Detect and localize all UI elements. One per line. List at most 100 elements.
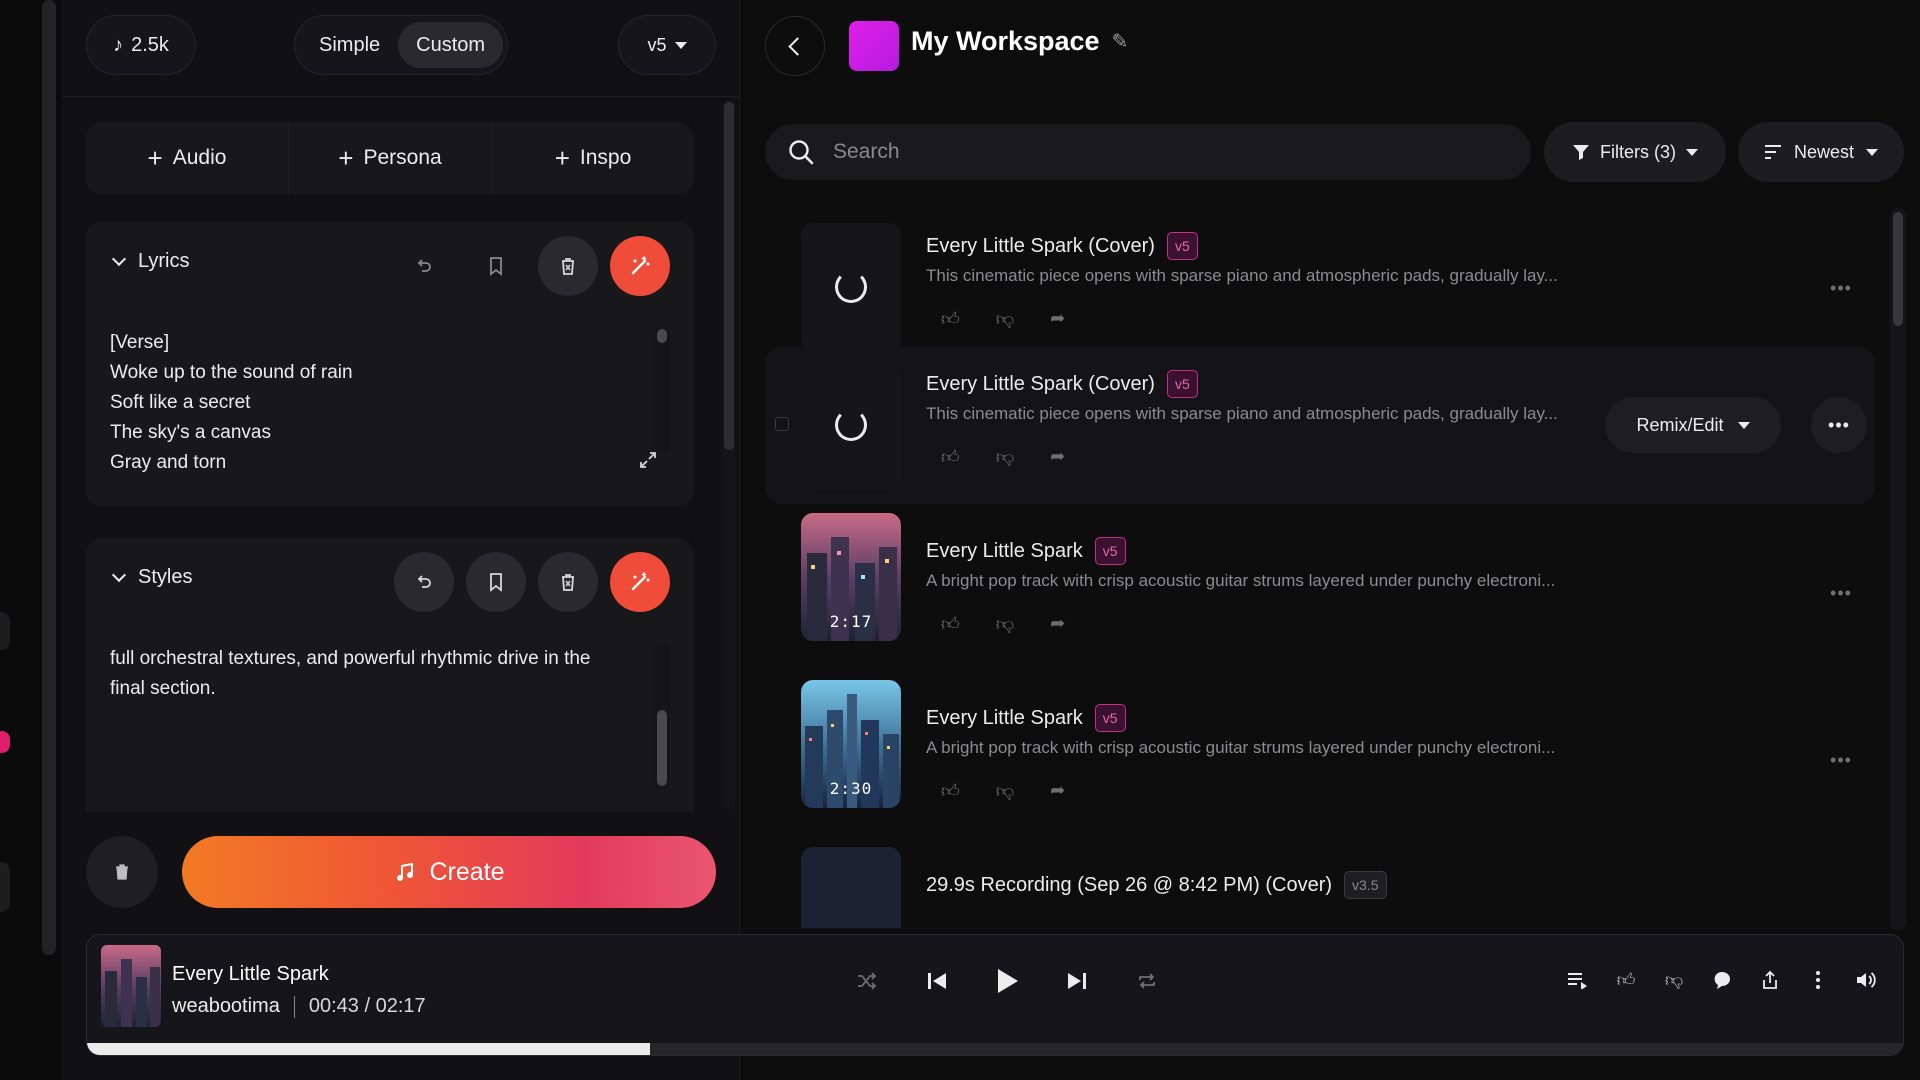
thumbs-down-icon[interactable]: 👎︎ xyxy=(996,308,1014,330)
expand-button[interactable] xyxy=(630,442,666,478)
sidebar-item[interactable] xyxy=(0,612,10,650)
song-title[interactable]: 29.9s Recording (Sep 26 @ 8:42 PM) (Cove… xyxy=(926,874,1332,897)
song-title[interactable]: Every Little Spark (Cover) xyxy=(926,235,1155,258)
credits-button[interactable]: ♪ 2.5k xyxy=(86,15,196,75)
generate-lyrics-button[interactable] xyxy=(610,236,670,296)
thumbs-up-icon[interactable]: 👍︎ xyxy=(941,613,960,635)
repeat-button[interactable] xyxy=(1127,961,1167,1001)
thumbs-up-icon[interactable]: 👍︎ xyxy=(941,446,960,468)
share-icon[interactable]: ➦ xyxy=(1050,613,1065,635)
clear-styles-button[interactable] xyxy=(538,552,598,612)
thumbs-up-icon[interactable]: 👍︎ xyxy=(941,780,960,802)
model-version-select[interactable]: v5 xyxy=(618,15,716,75)
next-button[interactable] xyxy=(1057,961,1097,1001)
song-row[interactable]: Every Little Spark (Cover) v5 This cinem… xyxy=(765,208,1875,366)
add-audio-button[interactable]: + Audio xyxy=(86,122,289,194)
styles-scrollbar[interactable] xyxy=(654,642,670,790)
more-options-button[interactable]: ••• xyxy=(1819,571,1863,615)
song-title[interactable]: Every Little Spark (Cover) xyxy=(926,373,1155,396)
song-thumbnail[interactable] xyxy=(801,847,901,928)
song-thumbnail[interactable] xyxy=(801,223,901,351)
styles-textarea[interactable]: full orchestral textures, and powerful r… xyxy=(110,644,630,704)
song-title[interactable]: Every Little Spark xyxy=(926,707,1083,730)
create-button[interactable]: Create xyxy=(182,836,716,908)
more-vertical-button[interactable] xyxy=(1803,965,1833,995)
comment-button[interactable] xyxy=(1707,965,1737,995)
like-button[interactable]: 👍︎ xyxy=(1611,965,1641,995)
song-thumbnail[interactable]: 2:30 xyxy=(801,680,901,808)
thumbs-up-icon[interactable]: 👍︎ xyxy=(941,308,960,330)
share-button[interactable] xyxy=(1755,965,1785,995)
generate-styles-button[interactable] xyxy=(610,552,670,612)
song-thumbnail[interactable] xyxy=(801,361,901,489)
now-playing-meta: weabootima 00:43 / 02:17 xyxy=(172,995,426,1018)
volume-button[interactable] xyxy=(1851,965,1881,995)
share-icon[interactable]: ➦ xyxy=(1050,780,1065,802)
sidebar-scrollbar[interactable] xyxy=(42,0,56,955)
now-playing-cover[interactable] xyxy=(101,945,161,1027)
panel-scroll-thumb[interactable] xyxy=(724,102,734,450)
undo-button[interactable] xyxy=(394,236,454,296)
undo-button[interactable] xyxy=(394,552,454,612)
song-thumbnail[interactable]: 2:17 xyxy=(801,513,901,641)
chevron-down-icon xyxy=(674,41,687,49)
share-icon[interactable]: ➦ xyxy=(1050,308,1065,330)
now-playing-title[interactable]: Every Little Spark xyxy=(172,963,329,986)
remix-edit-label: Remix/Edit xyxy=(1636,414,1724,435)
song-list-scroll-thumb[interactable] xyxy=(1893,212,1903,326)
more-options-button[interactable]: ••• xyxy=(1819,738,1863,782)
song-list: Every Little Spark (Cover) v5 This cinem… xyxy=(765,208,1875,928)
workspace-avatar xyxy=(849,21,899,71)
filters-button[interactable]: Filters (3) xyxy=(1544,122,1726,182)
search-input[interactable] xyxy=(833,140,1433,164)
lyrics-scroll-thumb[interactable] xyxy=(657,329,667,343)
song-actions: 👍︎ 👎︎ ➦ xyxy=(941,780,1065,802)
trash-icon xyxy=(562,258,574,275)
remix-edit-button[interactable]: Remix/Edit xyxy=(1605,397,1781,453)
clear-lyrics-button[interactable] xyxy=(538,236,598,296)
clear-all-button[interactable] xyxy=(86,836,158,908)
thumbs-down-icon[interactable]: 👎︎ xyxy=(996,780,1014,802)
lyrics-toggle[interactable]: Lyrics xyxy=(111,250,189,273)
more-options-button[interactable]: ••• xyxy=(1819,266,1863,310)
bookmark-button[interactable] xyxy=(466,552,526,612)
previous-button[interactable] xyxy=(917,961,957,1001)
song-row[interactable]: 2:30 Every Little Spark v5 A bright pop … xyxy=(765,680,1875,838)
more-options-button[interactable]: ••• xyxy=(1811,397,1867,453)
styles-toggle[interactable]: Styles xyxy=(111,566,192,589)
playback-progress-bar[interactable] xyxy=(87,1043,1903,1055)
add-inspo-button[interactable]: + Inspo xyxy=(492,122,694,194)
lyrics-textarea[interactable]: [Verse] Woke up to the sound of rain Sof… xyxy=(110,328,630,478)
panel-scrollbar[interactable] xyxy=(723,100,735,810)
sort-button[interactable]: Newest xyxy=(1738,122,1904,182)
mode-simple-button[interactable]: Simple xyxy=(301,22,398,68)
mode-custom-button[interactable]: Custom xyxy=(398,22,504,68)
song-title-group: Every Little Spark (Cover) v5 xyxy=(926,232,1198,260)
song-title[interactable]: Every Little Spark xyxy=(926,540,1083,563)
dislike-button[interactable]: 👎︎ xyxy=(1659,965,1689,995)
version-badge: v3.5 xyxy=(1344,871,1387,899)
thumbs-down-icon[interactable]: 👎︎ xyxy=(996,613,1014,635)
song-actions: 👍︎ 👎︎ ➦ xyxy=(941,613,1065,635)
share-icon[interactable]: ➦ xyxy=(1050,446,1065,468)
select-checkbox[interactable] xyxy=(775,417,789,431)
back-button[interactable] xyxy=(765,16,825,76)
edit-pencil-icon[interactable]: ✎ xyxy=(1112,29,1129,54)
styles-scroll-thumb[interactable] xyxy=(657,710,667,786)
lyrics-scrollbar[interactable] xyxy=(654,326,670,454)
thumbs-down-icon[interactable]: 👎︎ xyxy=(996,446,1014,468)
song-row[interactable]: 29.9s Recording (Sep 26 @ 8:42 PM) (Cove… xyxy=(765,847,1875,928)
queue-button[interactable] xyxy=(1563,965,1593,995)
bookmark-button[interactable] xyxy=(466,236,526,296)
sidebar-item[interactable] xyxy=(0,862,10,912)
shuffle-button[interactable] xyxy=(847,961,887,1001)
song-list-scrollbar[interactable] xyxy=(1890,208,1906,930)
now-playing-artist[interactable]: weabootima xyxy=(172,995,280,1018)
song-row[interactable]: Every Little Spark (Cover) v5 This cinem… xyxy=(765,346,1875,504)
workspace-title-group: My Workspace ✎ xyxy=(911,26,1128,57)
play-button[interactable] xyxy=(987,961,1027,1001)
version-badge: v5 xyxy=(1094,537,1126,565)
add-persona-button[interactable]: + Persona xyxy=(289,122,492,194)
music-sparkle-icon xyxy=(397,862,414,881)
song-row[interactable]: 2:17 Every Little Spark v5 A bright pop … xyxy=(765,513,1875,671)
